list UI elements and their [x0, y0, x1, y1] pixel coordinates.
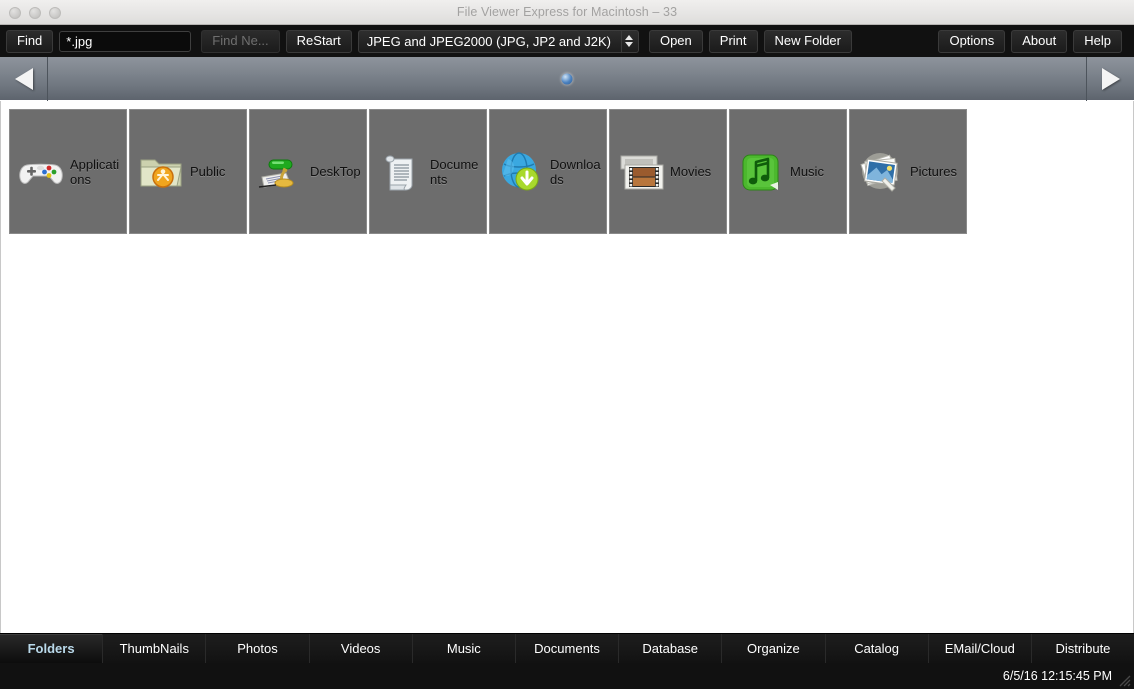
music-note-icon — [734, 145, 788, 199]
page-position-dot-icon[interactable] — [561, 73, 573, 84]
desk-lamp-icon — [254, 145, 308, 199]
title-bar: File Viewer Express for Macintosh – 33 — [0, 0, 1134, 25]
window-controls — [9, 0, 61, 25]
tab-documents[interactable]: Documents — [516, 634, 620, 663]
previous-page-button[interactable] — [0, 56, 48, 101]
tab-photos[interactable]: Photos — [206, 634, 310, 663]
find-button[interactable]: Find — [6, 29, 54, 53]
open-button[interactable]: Open — [648, 29, 703, 53]
about-button[interactable]: About — [1011, 29, 1068, 53]
new-folder-button[interactable]: New Folder — [763, 29, 852, 53]
folder-tile-label: DeskTop — [310, 164, 361, 179]
folder-tile-public[interactable]: Public — [129, 109, 247, 234]
minimize-button[interactable] — [29, 6, 41, 19]
filetype-select-value: JPEG and JPEG2000 (JPG, JP2 and J2K) — [366, 33, 611, 49]
window-title: File Viewer Express for Macintosh – 33 — [456, 5, 678, 19]
tab-catalog[interactable]: Catalog — [826, 634, 929, 663]
folder-tile-music[interactable]: Music — [729, 109, 847, 234]
folder-tile-label: Pictures — [910, 164, 957, 179]
options-button[interactable]: Options — [938, 29, 1006, 53]
app-window: File Viewer Express for Macintosh – 33 F… — [0, 0, 1134, 689]
tab-database[interactable]: Database — [619, 634, 723, 663]
public-folder-icon — [134, 145, 188, 199]
tab-distribute[interactable]: Distribute — [1032, 634, 1134, 663]
folder-tile-downloads[interactable]: Downloads — [489, 109, 607, 234]
photos-icon — [854, 145, 908, 199]
help-button[interactable]: Help — [1073, 29, 1122, 53]
folder-tile-desktop[interactable]: DeskTop — [249, 109, 367, 234]
pager-track[interactable] — [48, 57, 1086, 101]
close-button[interactable] — [9, 6, 21, 19]
folder-tile-applications[interactable]: Applications — [9, 109, 127, 234]
tab-email-cloud[interactable]: EMail/Cloud — [929, 634, 1032, 663]
toolbar: Find Find Ne... ReStart JPEG and JPEG200… — [0, 25, 1134, 57]
pager-bar — [0, 56, 1134, 101]
tab-organize[interactable]: Organize — [722, 634, 826, 663]
scroll-document-icon — [374, 145, 428, 199]
film-strip-icon — [614, 145, 668, 199]
folder-tile-label: Downloads — [550, 156, 601, 187]
folder-content-area: Applications Public DeskTop Documents Do… — [0, 101, 1134, 633]
search-input[interactable] — [59, 30, 192, 52]
status-timestamp: 6/5/16 12:15:45 PM — [1002, 669, 1112, 683]
tab-folders[interactable]: Folders — [0, 634, 104, 663]
game-controller-icon — [14, 145, 68, 199]
right-triangle-icon — [1101, 67, 1120, 90]
folder-tile-pictures[interactable]: Pictures — [849, 109, 967, 234]
filetype-select[interactable]: JPEG and JPEG2000 (JPG, JP2 and J2K) — [357, 29, 639, 53]
zoom-button[interactable] — [49, 6, 61, 19]
resize-grip-icon[interactable] — [1116, 672, 1131, 687]
bottom-tab-bar: Folders ThumbNails Photos Videos Music D… — [0, 633, 1134, 663]
folder-tile-label: Public — [190, 164, 226, 179]
find-next-button[interactable]: Find Ne... — [201, 29, 280, 53]
tab-thumbnails[interactable]: ThumbNails — [103, 634, 207, 663]
folder-tile-strip: Applications Public DeskTop Documents Do… — [1, 101, 1133, 234]
next-page-button[interactable] — [1086, 56, 1134, 101]
folder-tile-label: Documents — [430, 156, 479, 187]
tab-music[interactable]: Music — [413, 634, 516, 663]
status-bar: 6/5/16 12:15:45 PM — [0, 663, 1134, 689]
folder-tile-label: Applications — [70, 156, 120, 187]
left-triangle-icon — [14, 67, 33, 90]
tab-videos[interactable]: Videos — [310, 634, 413, 663]
print-button[interactable]: Print — [708, 29, 758, 53]
folder-tile-label: Movies — [670, 164, 712, 179]
folder-tile-movies[interactable]: Movies — [609, 109, 727, 234]
globe-download-icon — [494, 145, 548, 199]
folder-tile-label: Music — [790, 164, 824, 179]
folder-tile-documents[interactable]: Documents — [369, 109, 487, 234]
restart-button[interactable]: ReStart — [285, 29, 352, 53]
stepper-arrows-icon[interactable] — [620, 30, 636, 52]
